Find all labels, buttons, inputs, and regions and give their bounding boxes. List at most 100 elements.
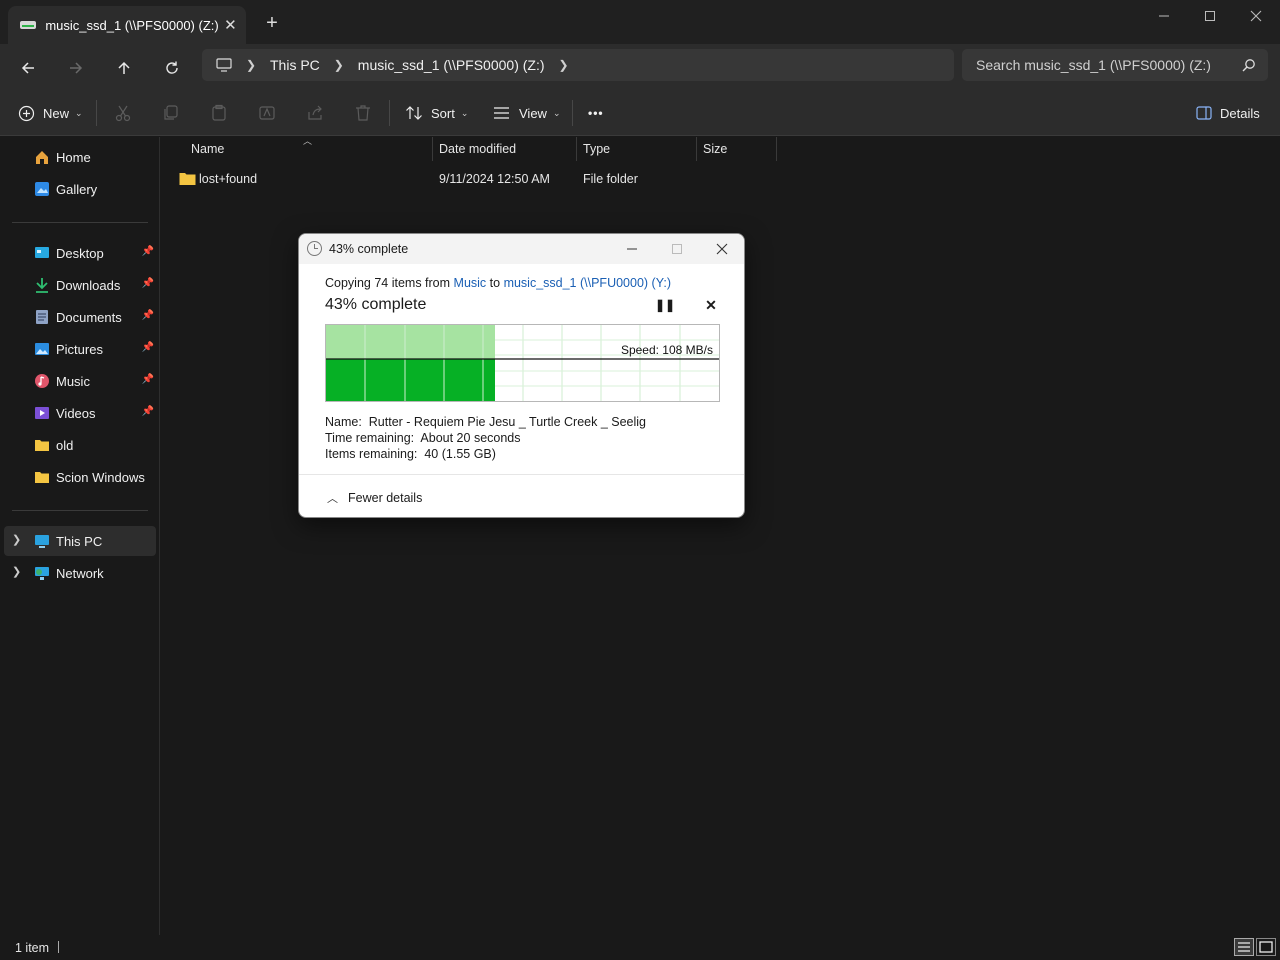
details-pane-button[interactable]: Details [1196, 90, 1260, 136]
downloads-icon [36, 278, 48, 293]
view-button[interactable]: View ⌄ [493, 90, 561, 136]
paste-icon[interactable] [208, 102, 230, 124]
network-icon [35, 567, 49, 580]
new-tab-button[interactable]: + [258, 12, 286, 36]
chevron-right-icon[interactable]: ❯ [12, 533, 21, 546]
sidebar-item-downloads[interactable]: Downloads 📌 [4, 270, 156, 300]
items-row: Items remaining: 40 (1.55 GB) [325, 446, 646, 462]
time-label: Time remaining: [325, 431, 415, 445]
sidebar-item-videos[interactable]: Videos 📌 [4, 398, 156, 428]
command-bar: New ⌄ Sort ⌄ View ⌄ ••• Details [0, 90, 1280, 136]
name-label: Name: [325, 415, 362, 429]
time-remaining: About 20 seconds [420, 431, 521, 445]
file-type: File folder [583, 172, 638, 186]
sidebar-item-scion-windows[interactable]: Scion Windows [4, 462, 156, 492]
chevron-down-icon: ⌄ [460, 107, 469, 118]
close-window-icon[interactable] [1233, 0, 1279, 32]
minimize-window-icon[interactable] [1141, 0, 1187, 32]
copy-summary: Copying 74 items from Music to music_ssd… [325, 276, 671, 290]
rename-icon[interactable] [256, 102, 278, 124]
up-icon[interactable] [106, 50, 142, 86]
column-header-size[interactable]: Size [697, 137, 777, 161]
pictures-icon [35, 343, 49, 355]
breadcrumb-current-drive[interactable]: music_ssd_1 (\\PFS0000) (Z:) [358, 57, 545, 73]
source-folder-link[interactable]: Music [454, 276, 487, 290]
breadcrumb-chevron-icon[interactable]: ❯ [232, 58, 270, 72]
this-pc-icon [35, 535, 49, 548]
cut-icon[interactable] [112, 102, 134, 124]
dialog-close-icon[interactable] [699, 234, 744, 264]
search-input[interactable] [976, 57, 1226, 73]
column-header-name[interactable]: Name ︿ [185, 136, 433, 161]
delete-icon[interactable] [352, 102, 374, 124]
refresh-icon[interactable] [154, 50, 190, 86]
pin-icon[interactable]: 📌 [142, 246, 154, 257]
sidebar-item-documents[interactable]: Documents 📌 [4, 302, 156, 332]
new-button[interactable]: New ⌄ [18, 90, 83, 136]
active-tab[interactable]: music_ssd_1 (\\PFS0000) (Z:) ✕ [8, 6, 246, 44]
sidebar-item-old[interactable]: old [4, 430, 156, 460]
back-icon[interactable] [10, 50, 46, 86]
maximize-window-icon[interactable] [1187, 0, 1233, 32]
stop-copy-icon[interactable]: ✕ [702, 297, 720, 315]
sort-label: Sort [431, 105, 455, 121]
file-date: 9/11/2024 12:50 AM [439, 172, 550, 186]
pin-icon[interactable]: 📌 [142, 406, 154, 417]
dialog-minimize-icon[interactable] [609, 234, 655, 264]
sidebar-item-label: Videos [56, 406, 96, 421]
file-row[interactable]: lost+found 9/11/2024 12:50 AM File folde… [176, 168, 776, 190]
chevron-right-icon[interactable]: ❯ [12, 565, 21, 578]
chevron-down-icon: ⌄ [552, 107, 561, 118]
sidebar-item-pictures[interactable]: Pictures 📌 [4, 334, 156, 364]
copy-icon[interactable] [160, 102, 182, 124]
sidebar-item-label: Gallery [56, 182, 98, 197]
copy-to-word: to [486, 276, 504, 290]
column-header-date[interactable]: Date modified [433, 137, 577, 161]
sidebar-item-label: This PC [56, 534, 103, 549]
view-label: View [519, 105, 547, 121]
gallery-icon [35, 182, 49, 196]
column-header-type[interactable]: Type [577, 137, 697, 161]
sidebar-divider [12, 510, 148, 511]
pause-icon[interactable]: ❚❚ [655, 298, 675, 316]
sidebar-item-label: Scion Windows [56, 470, 145, 485]
share-icon[interactable] [304, 102, 326, 124]
dialog-title-bar: 43% complete [299, 234, 744, 264]
column-header-label: Name [191, 142, 225, 156]
search-box[interactable] [962, 49, 1268, 81]
close-tab-icon[interactable]: ✕ [219, 11, 242, 39]
more-options-button[interactable]: ••• [588, 90, 604, 136]
large-icons-view-icon[interactable] [1256, 938, 1276, 956]
sidebar-item-this-pc[interactable]: ❯ This PC [4, 526, 156, 556]
address-bar[interactable]: ❯ This PC ❯ music_ssd_1 (\\PFS0000) (Z:)… [202, 49, 954, 81]
status-bar: 1 item [0, 935, 1280, 960]
forward-icon[interactable] [58, 50, 94, 86]
pin-icon[interactable]: 📌 [142, 278, 154, 289]
sort-button[interactable]: Sort ⌄ [405, 90, 468, 136]
breadcrumb-this-pc[interactable]: This PC [270, 57, 320, 73]
sidebar-item-desktop[interactable]: Desktop 📌 [4, 238, 156, 268]
sidebar-item-network[interactable]: ❯ Network [4, 558, 156, 588]
sidebar-item-label: Music [56, 374, 90, 389]
speed-area-fill [326, 359, 495, 401]
pin-icon[interactable]: 📌 [142, 374, 154, 385]
details-label: Details [1220, 105, 1260, 121]
sidebar-item-gallery[interactable]: Gallery [4, 174, 156, 204]
destination-link[interactable]: music_ssd_1 (\\PFU0000) (Y:) [504, 276, 671, 290]
new-plus-icon [18, 105, 35, 121]
sidebar-item-label: Desktop [56, 246, 104, 261]
toolbar-divider [389, 100, 390, 126]
name-row: Name: Rutter - Requiem Pie Jesu _ Turtle… [325, 414, 646, 430]
drive-icon [20, 19, 37, 31]
search-icon [1242, 59, 1255, 72]
breadcrumb-chevron-icon[interactable]: ❯ [545, 58, 583, 72]
sidebar-item-label: Documents [56, 310, 122, 325]
details-view-icon[interactable] [1234, 938, 1254, 956]
breadcrumb-chevron-icon[interactable]: ❯ [320, 58, 358, 72]
toolbar-divider [572, 100, 573, 126]
documents-icon [36, 310, 48, 324]
pin-icon[interactable]: 📌 [142, 310, 154, 321]
fewer-details-button[interactable]: ︿ Fewer details [327, 490, 422, 506]
pin-icon[interactable]: 📌 [142, 342, 154, 353]
sidebar-item-music[interactable]: Music 📌 [4, 366, 156, 396]
